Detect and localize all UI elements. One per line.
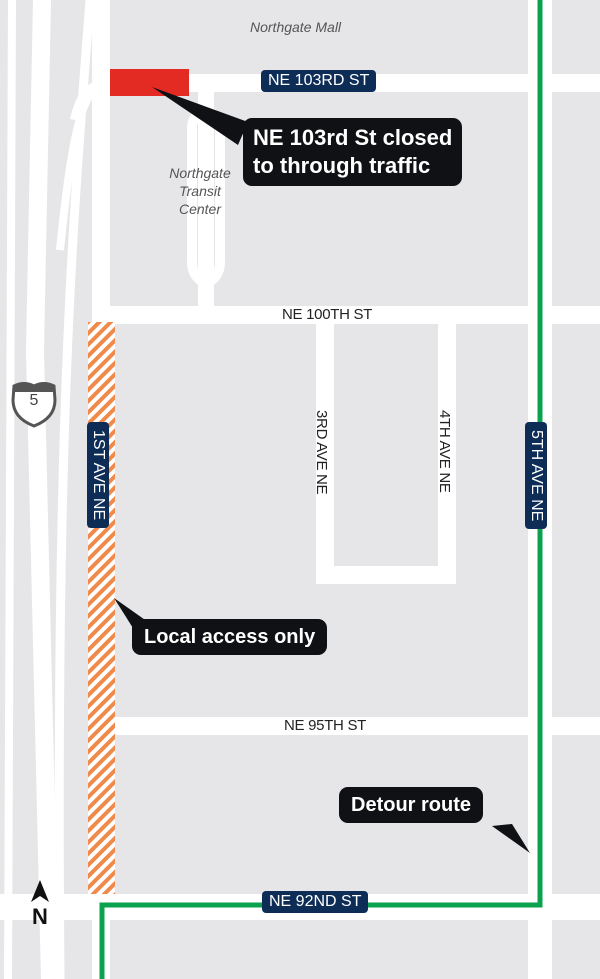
label-ne-100th-st: NE 100TH ST bbox=[282, 306, 373, 323]
place-northgate-transit-center: Northgate Transit Center bbox=[160, 164, 240, 218]
north-indicator: N bbox=[29, 880, 51, 928]
label-ne-103rd-st: NE 103RD ST bbox=[261, 70, 377, 92]
detour-callout: Detour route bbox=[339, 787, 483, 823]
place-northgate-mall: Northgate Mall bbox=[250, 19, 342, 35]
local-access-hatch bbox=[88, 322, 115, 894]
label-3rd-ave-ne: 3RD AVE NE bbox=[313, 410, 330, 495]
detour-callout-pointer bbox=[492, 824, 530, 853]
callout-line: NE 103rd St closed bbox=[253, 125, 453, 150]
freeway-lane bbox=[25, 0, 59, 979]
place-line: Transit bbox=[179, 183, 221, 199]
place-line: Center bbox=[178, 201, 222, 217]
street-loop bbox=[316, 566, 456, 584]
interstate-number: 5 bbox=[29, 392, 39, 409]
freeway-lane bbox=[4, 0, 16, 979]
closure-bar bbox=[110, 69, 189, 96]
callout-line: to through traffic bbox=[253, 153, 431, 178]
place-line: Northgate bbox=[169, 165, 231, 181]
local-access-callout: Local access only bbox=[132, 619, 328, 655]
map[interactable]: Northgate Mall Northgate Transit Center … bbox=[0, 0, 600, 979]
closure-callout: NE 103rd St closed to through traffic bbox=[243, 118, 463, 186]
north-label: N bbox=[32, 904, 48, 929]
label-ne-95th-st: NE 95TH ST bbox=[284, 717, 367, 734]
label-1st-ave-ne: 1ST AVE NE bbox=[87, 422, 109, 529]
label-5th-ave-ne: 5TH AVE NE bbox=[525, 422, 547, 530]
label-ne-92nd-st: NE 92ND ST bbox=[262, 891, 369, 913]
label-4th-ave-ne: 4TH AVE NE bbox=[436, 410, 453, 493]
